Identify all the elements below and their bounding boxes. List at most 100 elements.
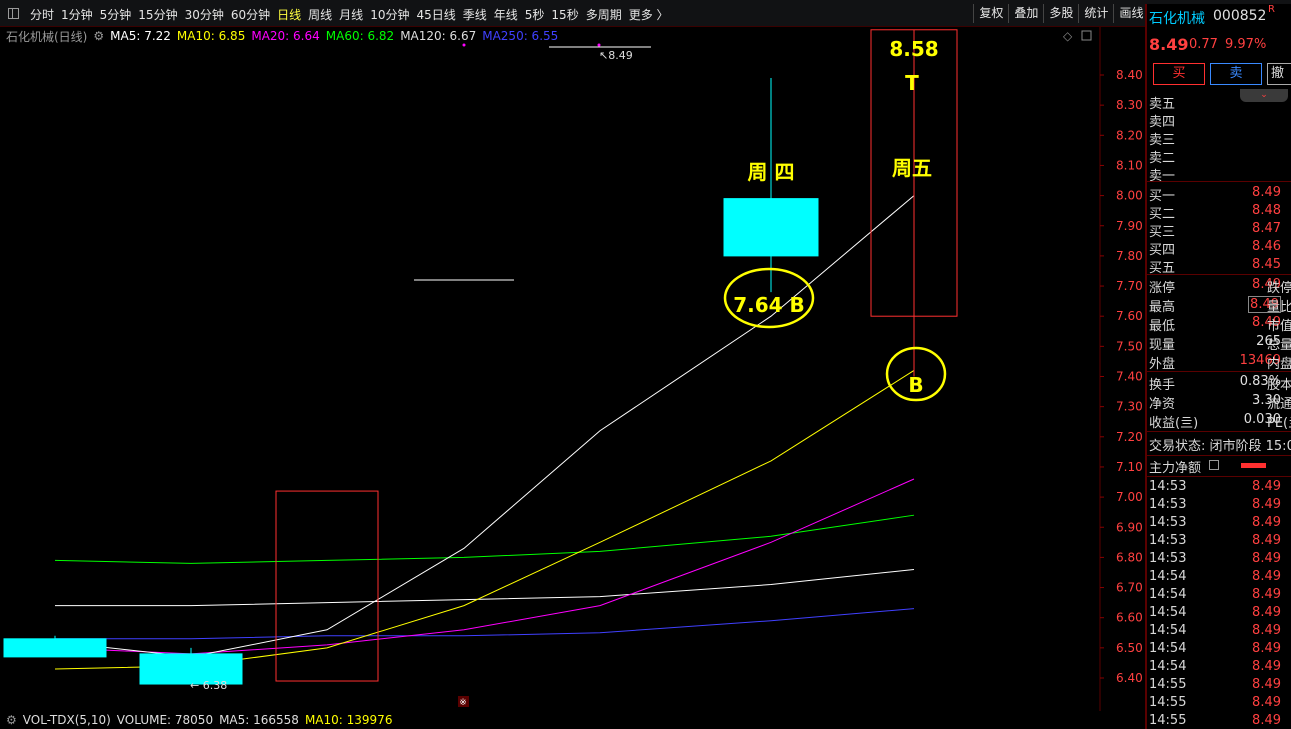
chart-canvas[interactable]: 8.40 8.30 8.20 8.10 8.00 7.90 7.80 7.70 7.60 7.50…: [0, 27, 1143, 711]
volume-settings-icon[interactable]: ⚙: [6, 713, 17, 727]
y-tick-label: 6.40: [1116, 671, 1143, 685]
y-tick-label: 6.50: [1116, 641, 1143, 655]
quote-row: 14:55 8.49: [1147, 695, 1291, 713]
diamond-icon[interactable]: ◇: [1063, 29, 1073, 43]
tick-price: 8.49: [1252, 533, 1281, 548]
period-tab[interactable]: 年线: [494, 6, 518, 23]
period-tab[interactable]: 日线: [277, 6, 301, 23]
period-tab[interactable]: 15分钟: [138, 6, 177, 23]
fund-flow-title: 主力净额: [1149, 461, 1202, 476]
tool-button[interactable]: 复权: [973, 4, 1008, 23]
fin-ext-label: PE(亖: [1267, 416, 1291, 431]
stat-label: 最高: [1149, 300, 1176, 315]
fund-flow-header: 主力净额: [1147, 457, 1291, 476]
period-tab[interactable]: 5分钟: [100, 6, 132, 23]
tool-button[interactable]: 多股: [1043, 4, 1078, 23]
stat-ext-label: 总量: [1267, 338, 1291, 353]
quote-row: 最低 8.49 市值: [1147, 315, 1291, 334]
friday-b-label: B: [908, 373, 923, 397]
bid-label: 买三: [1149, 225, 1176, 240]
quote-row: 最高 8.49 量比: [1147, 296, 1291, 315]
list-icon[interactable]: [1209, 460, 1219, 470]
period-tab[interactable]: 10分钟: [370, 6, 409, 23]
quote-row: 买四 8.46: [1147, 239, 1291, 258]
tick-price: 8.49: [1252, 713, 1281, 728]
volume-indicator-name: VOL-TDX(5,10): [22, 713, 111, 727]
y-tick-label: 7.80: [1116, 249, 1143, 263]
period-tab[interactable]: 月线: [339, 6, 363, 23]
tick-time: 14:53: [1149, 515, 1187, 530]
tick-price: 8.49: [1252, 515, 1281, 530]
sell-button[interactable]: 卖: [1210, 63, 1262, 85]
thursday-buy-label: 7.64 B: [733, 293, 805, 317]
kline-chart[interactable]: 8.40 8.30 8.20 8.10 8.00 7.90 7.80 7.70 7.60 7.50…: [0, 27, 1143, 711]
period-tab[interactable]: 5秒: [525, 6, 545, 23]
tick-price: 8.49: [1252, 623, 1281, 638]
tool-button[interactable]: 画线: [1113, 4, 1148, 23]
volume-ma10: MA10: 139976: [304, 713, 393, 727]
tick-price: 8.49: [1252, 479, 1281, 494]
stat-label: 涨停: [1149, 281, 1176, 296]
y-tick-label: 7.20: [1116, 430, 1143, 444]
bid-label: 买一: [1149, 189, 1176, 204]
settings-icon[interactable]: ⚙: [93, 29, 104, 43]
low-marker-label: ← 6.38: [190, 679, 227, 692]
window-icon[interactable]: [1081, 30, 1092, 41]
quote-row: 卖二: [1147, 147, 1291, 166]
quote-row: 换手 0.83% 股本: [1147, 374, 1291, 393]
tool-button[interactable]: 统计: [1078, 4, 1113, 23]
ma250-line: [55, 608, 915, 640]
period-tab[interactable]: 45日线: [416, 6, 455, 23]
quote-row: 14:54 8.49: [1147, 605, 1291, 623]
quote-row: 14:54 8.49: [1147, 641, 1291, 659]
ask-label: 卖五: [1149, 97, 1176, 112]
bid-price: 8.46: [1252, 239, 1281, 254]
tool-button[interactable]: 叠加: [1008, 4, 1043, 23]
period-tab[interactable]: 周线: [308, 6, 332, 23]
price-change-pct: 9.97%: [1225, 37, 1267, 52]
period-tab[interactable]: 分时: [30, 6, 54, 23]
quote-row: 买三 8.47: [1147, 221, 1291, 240]
event-marker-glyph: ※: [459, 698, 467, 708]
quote-row: 14:53 8.49: [1147, 497, 1291, 515]
bid-price: 8.49: [1252, 185, 1281, 200]
bid-price: 8.47: [1252, 221, 1281, 236]
ma5-value: MA5: 7.22: [110, 29, 171, 43]
margin-flag: R: [1268, 4, 1275, 15]
buy-button[interactable]: 买: [1153, 63, 1205, 85]
period-tab[interactable]: 更多 〉: [629, 6, 669, 23]
y-tick-label: 8.30: [1116, 98, 1143, 112]
stock-code: 000852: [1213, 8, 1267, 24]
ma60-value: MA60: 6.82: [325, 29, 395, 43]
candle-body: [723, 198, 819, 257]
fin-ext-label: 流通: [1267, 397, 1291, 412]
stat-label: 外盘: [1149, 357, 1176, 372]
tick-price: 8.49: [1252, 695, 1281, 710]
tick-time: 14:54: [1149, 587, 1187, 602]
period-tab[interactable]: 多周期: [586, 6, 622, 23]
period-tab[interactable]: 30分钟: [185, 6, 224, 23]
tick-time: 14:55: [1149, 677, 1187, 692]
ma10-line: [54, 370, 915, 670]
ma120-value: MA120: 6.67: [400, 29, 477, 43]
period-toolbar: 分时 1分钟 5分钟 15分钟 30分钟 60分钟 日线 周线 月线 10分钟 45日线 季线 年线 5秒…: [0, 0, 1291, 27]
period-tab[interactable]: 1分钟: [61, 6, 93, 23]
tick-time: 14:54: [1149, 623, 1187, 638]
cancel-button[interactable]: 撤: [1267, 63, 1291, 85]
stat-ext-label: 量比: [1267, 300, 1291, 315]
bid-price: 8.48: [1252, 203, 1281, 218]
period-tab[interactable]: 季线: [463, 6, 487, 23]
y-tick-label: 7.40: [1116, 370, 1143, 384]
period-tab[interactable]: 60分钟: [231, 6, 270, 23]
period-tab[interactable]: 15秒: [551, 6, 578, 23]
bid-label: 买二: [1149, 207, 1176, 222]
fund-flow-bar: [1241, 463, 1266, 468]
ma-legend: 石化机械(日线) ⚙ MA5: 7.22 MA10: 6.85 MA20: 6.…: [0, 27, 564, 45]
friday-price-label: 8.58: [889, 37, 938, 61]
sidebar-toggle-icon[interactable]: [8, 8, 19, 19]
stock-name: 石化机械: [1149, 11, 1205, 27]
y-tick-label: 8.00: [1116, 189, 1143, 203]
quote-row: 外盘 13469 内盘: [1147, 353, 1291, 372]
quote-row: 14:53 8.49: [1147, 551, 1291, 569]
tick-price: 8.49: [1252, 569, 1281, 584]
